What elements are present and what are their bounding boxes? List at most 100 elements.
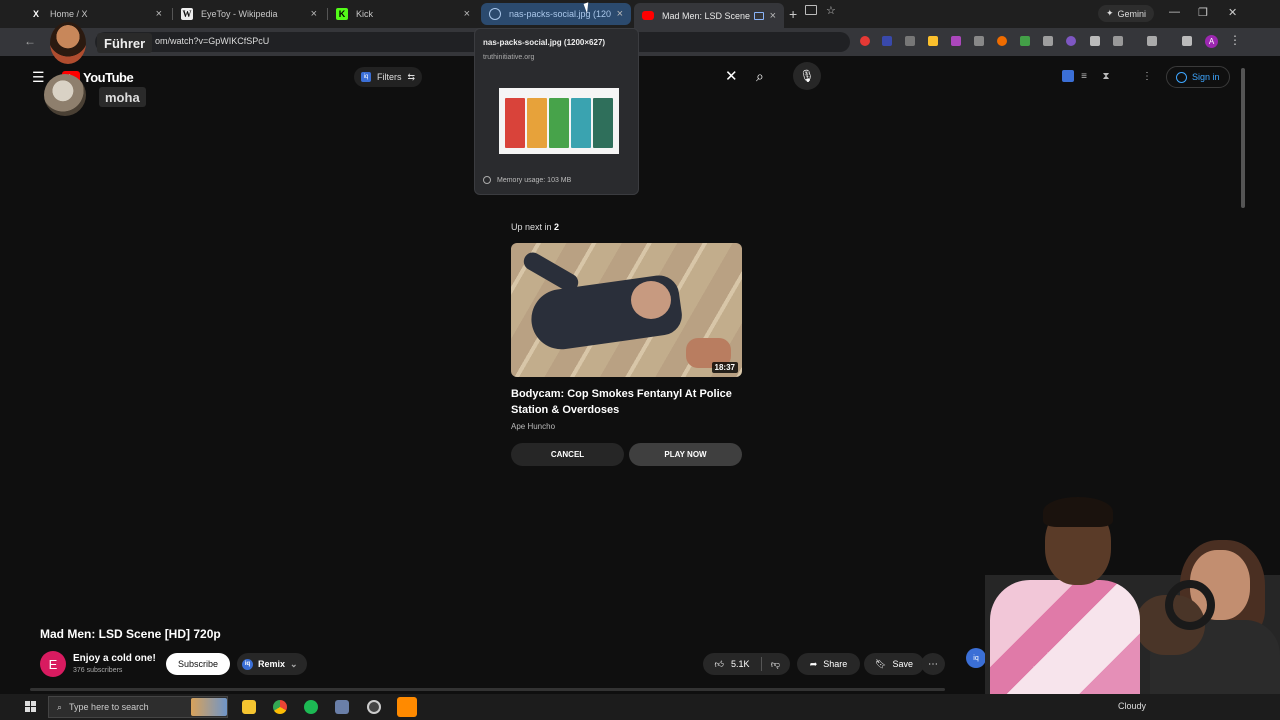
share-label: Share: [823, 659, 848, 669]
app-icon[interactable]: [335, 700, 349, 714]
sparkle-icon: ✦: [1106, 8, 1114, 18]
browser-toolbar: ← om/watch?v=GpWIKCfSPcU: [0, 28, 1280, 56]
new-tab-button[interactable]: +: [789, 6, 797, 22]
install-app-icon[interactable]: [805, 5, 817, 15]
overlay-name-tag: Führer: [97, 33, 153, 53]
horizontal-scrollbar[interactable]: [30, 688, 945, 691]
overlay-avatar: [50, 22, 86, 64]
cancel-button[interactable]: CANCEL: [511, 443, 624, 466]
close-icon[interactable]: ×: [617, 8, 623, 20]
sliders-icon: ⇆: [407, 71, 416, 82]
address-bar[interactable]: om/watch?v=GpWIKCfSPcU: [95, 32, 850, 52]
share-button[interactable]: ➦ Share: [797, 653, 860, 675]
extension-icon[interactable]: [928, 36, 938, 46]
tab-title: Kick: [356, 9, 374, 19]
minimize-button[interactable]: —: [1169, 6, 1180, 18]
list-icon[interactable]: ≡: [1078, 70, 1090, 82]
active-app-icon[interactable]: [397, 697, 417, 717]
url-text: om/watch?v=GpWIKCfSPcU: [155, 36, 270, 46]
page-scrollbar[interactable]: [1240, 60, 1246, 210]
extension-icon[interactable]: [951, 36, 961, 46]
microphone-icon: 🎙: [799, 69, 815, 83]
up-next-title[interactable]: Bodycam: Cop Smokes Fentanyl At Police S…: [511, 386, 751, 418]
obs-icon[interactable]: [367, 700, 381, 714]
extension-icon[interactable]: [860, 36, 870, 46]
clear-search-icon[interactable]: ✕: [725, 67, 738, 85]
extension-icon[interactable]: [1090, 36, 1100, 46]
tab-title: EyeToy - Wikipedia: [201, 9, 278, 19]
windows-start-icon[interactable]: [25, 701, 36, 712]
iq-extension-icon[interactable]: iq: [966, 648, 986, 668]
tab-title: Mad Men: LSD Scene [HD]: [662, 10, 750, 21]
filters-button[interactable]: iq Filters ⇆: [354, 67, 423, 87]
extension-icon[interactable]: [905, 36, 915, 46]
extension-icon[interactable]: [997, 36, 1007, 46]
sign-in-button[interactable]: Sign in: [1166, 66, 1230, 88]
channel-name[interactable]: Enjoy a cold one!: [73, 653, 156, 664]
video-duration: 18:37: [711, 362, 738, 373]
extension-icon[interactable]: [882, 36, 892, 46]
extension-icon[interactable]: [1020, 36, 1030, 46]
account-circle-icon: [1176, 71, 1187, 83]
remix-button[interactable]: iq Remix ⌄: [237, 653, 307, 675]
taskbar-search[interactable]: ⌕ Type here to search: [48, 696, 228, 718]
search-highlight-image: [191, 698, 227, 716]
channel-avatar[interactable]: E: [40, 651, 66, 677]
subscriber-count: 376 subscribers: [73, 667, 123, 674]
share-arrow-icon: ➦: [809, 658, 818, 669]
save-button[interactable]: 🔖︎ Save: [864, 653, 924, 675]
thumbs-down-icon: 👎︎: [770, 658, 781, 669]
spotify-icon[interactable]: [304, 700, 318, 714]
webcam-overlay: [985, 495, 1280, 720]
iq-extension-icon: iq: [361, 72, 371, 82]
restore-button[interactable]: ❐: [1198, 6, 1208, 19]
countdown: 2: [554, 222, 560, 232]
tab-nas-packs-image[interactable]: nas-packs-social.jpg (1200×627) ×: [481, 3, 631, 25]
close-icon[interactable]: ×: [464, 8, 470, 20]
tab-title: nas-packs-social.jpg (1200×627): [509, 9, 611, 19]
search-icon[interactable]: ⌕: [756, 68, 764, 85]
chrome-menu-icon[interactable]: ⋮: [1229, 33, 1241, 47]
up-next-channel[interactable]: Ape Huncho: [511, 422, 555, 431]
scrollbar-thumb[interactable]: [1241, 68, 1245, 208]
up-next-thumbnail[interactable]: 18:37: [511, 243, 742, 377]
memory-gauge-icon: [483, 176, 491, 184]
file-explorer-icon[interactable]: [242, 700, 256, 714]
hourglass-icon[interactable]: ⧗: [1100, 70, 1112, 82]
bookmark-star-icon[interactable]: ☆: [826, 4, 836, 17]
dislike-button[interactable]: 👎︎: [761, 653, 790, 675]
tab-home-x[interactable]: X Home / X ×: [22, 3, 170, 25]
close-icon[interactable]: ×: [311, 8, 317, 20]
hover-card-preview-image: [499, 88, 619, 154]
subscribe-button[interactable]: Subscribe: [166, 653, 230, 675]
youtube-icon: [642, 11, 654, 20]
extensions-puzzle-icon[interactable]: [1113, 36, 1123, 46]
gemini-button[interactable]: ✦ Gemini: [1098, 5, 1155, 22]
voice-search-button[interactable]: 🎙: [793, 62, 821, 90]
close-icon[interactable]: ×: [156, 8, 162, 20]
reading-list-icon[interactable]: [1182, 36, 1192, 46]
extension-icon[interactable]: [974, 36, 984, 46]
iq-extension-icon: iq: [242, 658, 253, 670]
extension-icon[interactable]: [1066, 36, 1076, 46]
close-icon[interactable]: ×: [770, 10, 776, 22]
window-close-button[interactable]: ✕: [1228, 6, 1237, 19]
tab-mad-men-lsd[interactable]: Mad Men: LSD Scene [HD] ×: [634, 3, 784, 28]
tab-eyetoy-wikipedia[interactable]: W EyeToy - Wikipedia ×: [173, 3, 325, 25]
profile-avatar[interactable]: A: [1205, 35, 1218, 48]
hamburger-menu-icon[interactable]: ☰: [32, 69, 45, 86]
youtube-wordmark: YouTube: [83, 70, 134, 85]
like-button[interactable]: 👍︎ 5.1K: [703, 653, 761, 675]
play-now-button[interactable]: PLAY NOW: [629, 443, 742, 466]
hover-card-domain: truthinitiative.org: [483, 54, 535, 61]
more-options-icon[interactable]: ⋮: [1141, 70, 1153, 82]
extension-icon[interactable]: [1043, 36, 1053, 46]
tab-kick[interactable]: K Kick ×: [328, 3, 478, 25]
overlay-name-tag: moha: [99, 87, 146, 107]
more-actions-button[interactable]: ⋯: [921, 653, 945, 675]
iq-extension-icon[interactable]: [1062, 70, 1074, 82]
back-arrow-icon[interactable]: ←: [24, 34, 36, 48]
side-panel-icon[interactable]: [1147, 36, 1157, 46]
chrome-icon[interactable]: [273, 700, 287, 714]
search-icon: ⌕: [57, 701, 63, 712]
